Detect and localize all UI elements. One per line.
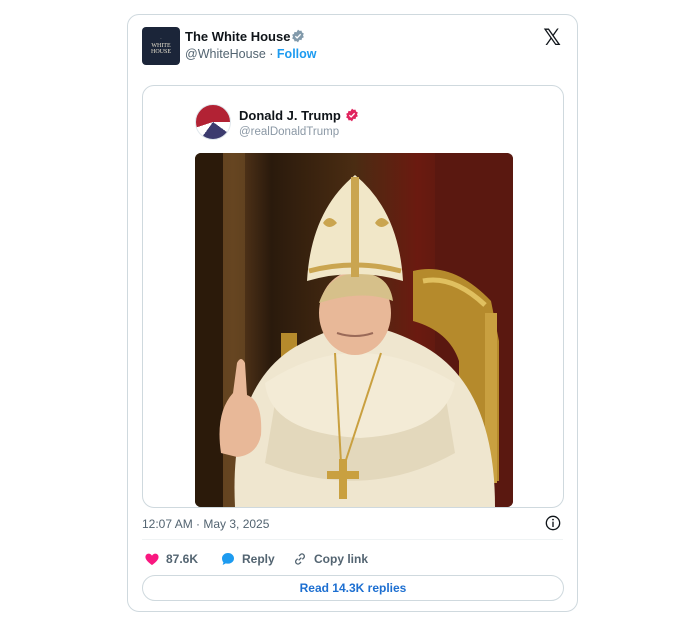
quoted-author-name[interactable]: Donald J. Trump [239,108,341,123]
copy-link-label: Copy link [314,552,369,566]
quoted-tweet[interactable]: Donald J. Trump @realDonaldTrump [142,85,564,508]
reply-bubble-icon [222,553,234,565]
heart-icon [145,553,159,565]
copy-link-button[interactable]: Copy link [292,551,368,567]
avatar-text-line-2: HOUSE [150,49,171,55]
tweet-image[interactable] [195,153,513,507]
info-icon[interactable] [545,515,561,531]
link-icon [295,553,305,565]
reply-button[interactable]: Reply [220,551,275,567]
tweet-timestamp[interactable]: 12:07 AM · May 3, 2025 [142,517,269,531]
white-house-avatar[interactable]: · WHITE HOUSE [142,27,180,65]
like-count: 87.6K [166,552,199,566]
pope-illustration [195,153,513,507]
trump-avatar[interactable] [195,104,231,140]
tweet-card[interactable]: · WHITE HOUSE The White House @WhiteHous… [127,14,578,612]
reply-label: Reply [242,552,275,566]
verified-badge-icon [292,29,304,43]
verified-badge-icon [346,108,358,122]
follow-button[interactable]: Follow [277,47,317,61]
x-logo-icon[interactable]: 𝕏 [543,26,561,51]
like-button[interactable]: 87.6K [144,551,198,567]
quoted-author-handle[interactable]: @realDonaldTrump [239,126,339,138]
handle-separator: · [269,47,274,61]
read-replies-label: Read 14.3K replies [299,581,407,595]
divider [142,539,563,540]
author-handle-line: @WhiteHouse · Follow [185,47,317,61]
avatar-seal-dot: · [160,37,162,42]
author-name[interactable]: The White House [185,29,290,44]
read-replies-button[interactable]: Read 14.3K replies [142,575,564,601]
author-handle[interactable]: @WhiteHouse [185,47,266,61]
